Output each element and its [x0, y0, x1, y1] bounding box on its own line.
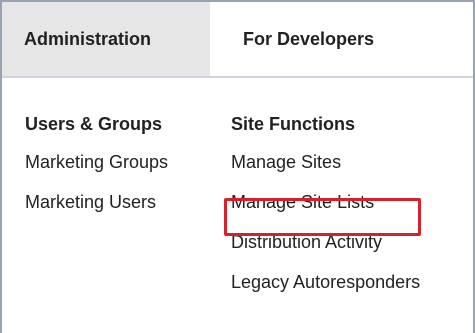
menu-item-legacy-autoresponders[interactable]: Legacy Autoresponders [231, 262, 420, 302]
tab-for-developers[interactable]: For Developers [210, 2, 374, 76]
site-functions-column: Site Functions Manage Sites Manage Site … [231, 113, 420, 302]
menu-item-manage-sites[interactable]: Manage Sites [231, 142, 420, 182]
menu-item-manage-site-lists[interactable]: Manage Site Lists [231, 182, 420, 222]
menu-item-marketing-users[interactable]: Marketing Users [25, 182, 168, 222]
menu-item-distribution-activity[interactable]: Distribution Activity [231, 222, 420, 262]
users-groups-column: Users & Groups Marketing Groups Marketin… [25, 113, 168, 222]
admin-menu-panel: Administration For Developers Users & Gr… [0, 0, 475, 333]
users-groups-heading: Users & Groups [25, 114, 163, 134]
site-functions-heading: Site Functions [231, 114, 356, 134]
tab-bar: Administration For Developers [2, 2, 473, 78]
menu-item-marketing-groups[interactable]: Marketing Groups [25, 142, 168, 182]
tab-administration[interactable]: Administration [2, 2, 210, 76]
